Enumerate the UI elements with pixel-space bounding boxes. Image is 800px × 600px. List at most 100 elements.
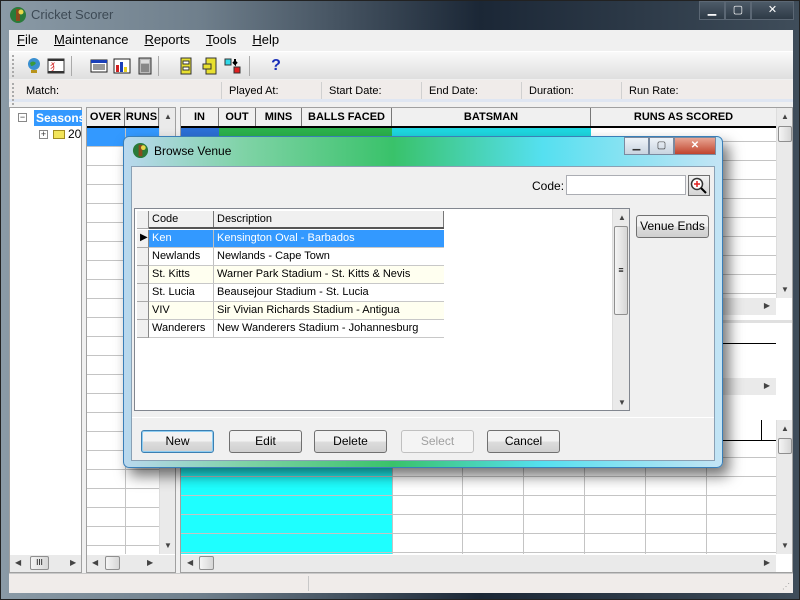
chart-icon[interactable] — [113, 57, 131, 75]
table-row[interactable]: ▶ Ken Kensington Oval - Barbados — [137, 230, 444, 248]
window-title: Cricket Scorer — [31, 7, 114, 22]
overs-hscrollbar[interactable]: ◀ ▶ — [87, 555, 175, 572]
scroll-thumb[interactable] — [778, 438, 792, 454]
tree-node-seasons[interactable]: Seasons — [34, 110, 82, 126]
transfer-icon[interactable] — [224, 57, 242, 75]
expand-toggle[interactable]: + — [39, 130, 48, 139]
dialog-minimize-button[interactable]: ▁ — [624, 137, 649, 155]
cell-code: St. Kitts — [149, 266, 214, 283]
grid-line — [181, 514, 776, 515]
cell-code: Newlands — [149, 248, 214, 265]
cell-code: Wanderers — [149, 320, 214, 337]
cell-description: Sir Vivian Richards Stadium - Antigua — [214, 302, 444, 319]
folder-icon — [53, 130, 65, 139]
maximize-button[interactable]: ▢ — [725, 1, 751, 20]
app-cricket-icon — [10, 7, 26, 23]
find-button[interactable] — [688, 175, 710, 196]
dialog-maximize-button[interactable]: ▢ — [649, 137, 674, 155]
col-runs[interactable]: RUNS — [125, 108, 159, 126]
cell-code: St. Lucia — [149, 284, 214, 301]
grid-line — [87, 469, 159, 470]
close-button[interactable]: ✕ — [751, 1, 794, 20]
col-code[interactable]: Code — [149, 211, 214, 227]
menu-reports[interactable]: Reports — [136, 30, 198, 50]
menu-bar: File Maintenance Reports Tools Help — [9, 30, 793, 50]
grid-line — [181, 476, 776, 477]
toolbar-separator — [249, 56, 250, 76]
code-search-input[interactable] — [566, 175, 686, 195]
duration-label: Duration: — [529, 85, 574, 97]
minimize-button[interactable]: ▁ — [699, 1, 725, 20]
grid-divider — [761, 420, 762, 440]
grid-line — [181, 552, 776, 553]
col-over[interactable]: OVER — [87, 108, 125, 126]
played-at-label: Played At: — [229, 85, 279, 97]
venue-list-vscrollbar[interactable]: ▲ ≡ ▼ — [612, 209, 629, 410]
seasons-tree-panel: − Seasons + 20 ◀ III ▶ — [9, 107, 82, 573]
scroll-thumb[interactable] — [199, 556, 214, 570]
col-out[interactable]: OUT — [219, 108, 256, 126]
grid-line — [181, 495, 776, 496]
cell-description: Newlands - Cape Town — [217, 250, 330, 262]
dialog-close-button[interactable]: ✕ — [674, 137, 716, 155]
scroll-thumb[interactable] — [778, 126, 792, 142]
toolbar-grip[interactable] — [12, 55, 15, 77]
globe-icon[interactable] — [25, 57, 43, 75]
players-icon[interactable]: 犭 — [47, 57, 65, 75]
cell-description: Kensington Oval - Barbados — [214, 230, 444, 247]
venue-ends-button[interactable]: Venue Ends — [636, 215, 709, 238]
infobar-grip[interactable] — [12, 83, 15, 105]
batting-vscrollbar[interactable]: ▲ ▼ — [776, 108, 792, 298]
cell-code: VIV — [149, 302, 214, 319]
svg-text:犭: 犭 — [50, 62, 59, 72]
calendar-icon[interactable] — [90, 57, 108, 75]
tree-node-season[interactable]: 20 — [68, 127, 81, 141]
tree-hscrollbar[interactable]: ◀ III ▶ — [10, 555, 81, 572]
delete-button[interactable]: Delete — [314, 430, 387, 453]
select-button[interactable]: Select — [401, 430, 474, 453]
scroll-thumb[interactable]: ≡ — [614, 226, 628, 315]
lower-vscrollbar[interactable]: ▲ ▼ — [776, 420, 792, 554]
col-balls-faced[interactable]: BALLS FACED — [302, 108, 392, 126]
grid-line — [87, 488, 159, 489]
col-in[interactable]: IN — [181, 108, 219, 126]
col-mins[interactable]: MINS — [256, 108, 302, 126]
scroll-thumb[interactable]: III — [30, 556, 49, 570]
toolbar: 犭 ? — [9, 51, 793, 79]
col-description[interactable]: Description — [214, 211, 444, 227]
cancel-button[interactable]: Cancel — [487, 430, 560, 453]
dialog-title: Browse Venue — [154, 144, 232, 158]
grid-line — [87, 507, 159, 508]
col-batsman[interactable]: BATSMAN — [392, 108, 591, 126]
table-row[interactable]: VIV Sir Vivian Richards Stadium - Antigu… — [137, 302, 444, 320]
resize-grip[interactable]: ⋰ — [782, 582, 790, 591]
menu-file[interactable]: File — [9, 30, 46, 50]
magnifier-icon — [690, 177, 707, 194]
end-date-label: End Date: — [429, 85, 478, 97]
browse-venue-dialog: Browse Venue ▁ ▢ ✕ Code: Code Descriptio… — [123, 136, 723, 468]
cabinet-icon[interactable] — [177, 57, 195, 75]
run-rate-label: Run Rate: — [629, 85, 679, 97]
table-row[interactable]: Wanderers New Wanderers Stadium - Johann… — [137, 320, 444, 338]
match-label: Match: — [26, 85, 60, 97]
new-button[interactable]: New — [141, 430, 214, 453]
menu-maintenance[interactable]: Maintenance — [46, 30, 136, 50]
toolbar-separator — [71, 56, 72, 76]
table-row[interactable]: Newlands Newlands - Cape Town — [137, 248, 444, 266]
scroll-thumb[interactable] — [105, 556, 120, 570]
calculator-icon[interactable] — [136, 57, 154, 75]
table-row[interactable]: St. Kitts Warner Park Stadium - St. Kitt… — [137, 266, 444, 284]
dialog-body: Code: Code Description ▶ Ken Kensington … — [131, 166, 715, 461]
list-header: Code Description — [137, 211, 444, 229]
menu-tools[interactable]: Tools — [198, 30, 244, 50]
edit-button[interactable]: Edit — [229, 430, 302, 453]
cabinet-open-icon[interactable] — [201, 57, 219, 75]
start-date-label: Start Date: — [329, 85, 382, 97]
help-icon[interactable]: ? — [267, 57, 285, 75]
grid-line — [181, 533, 776, 534]
lower-hscrollbar[interactable]: ◀ ▶ — [181, 555, 776, 572]
table-row[interactable]: St. Lucia Beausejour Stadium - St. Lucia — [137, 284, 444, 302]
collapse-toggle[interactable]: − — [18, 113, 27, 122]
col-runs-as-scored[interactable]: RUNS AS SCORED — [591, 108, 776, 126]
menu-help[interactable]: Help — [244, 30, 287, 50]
